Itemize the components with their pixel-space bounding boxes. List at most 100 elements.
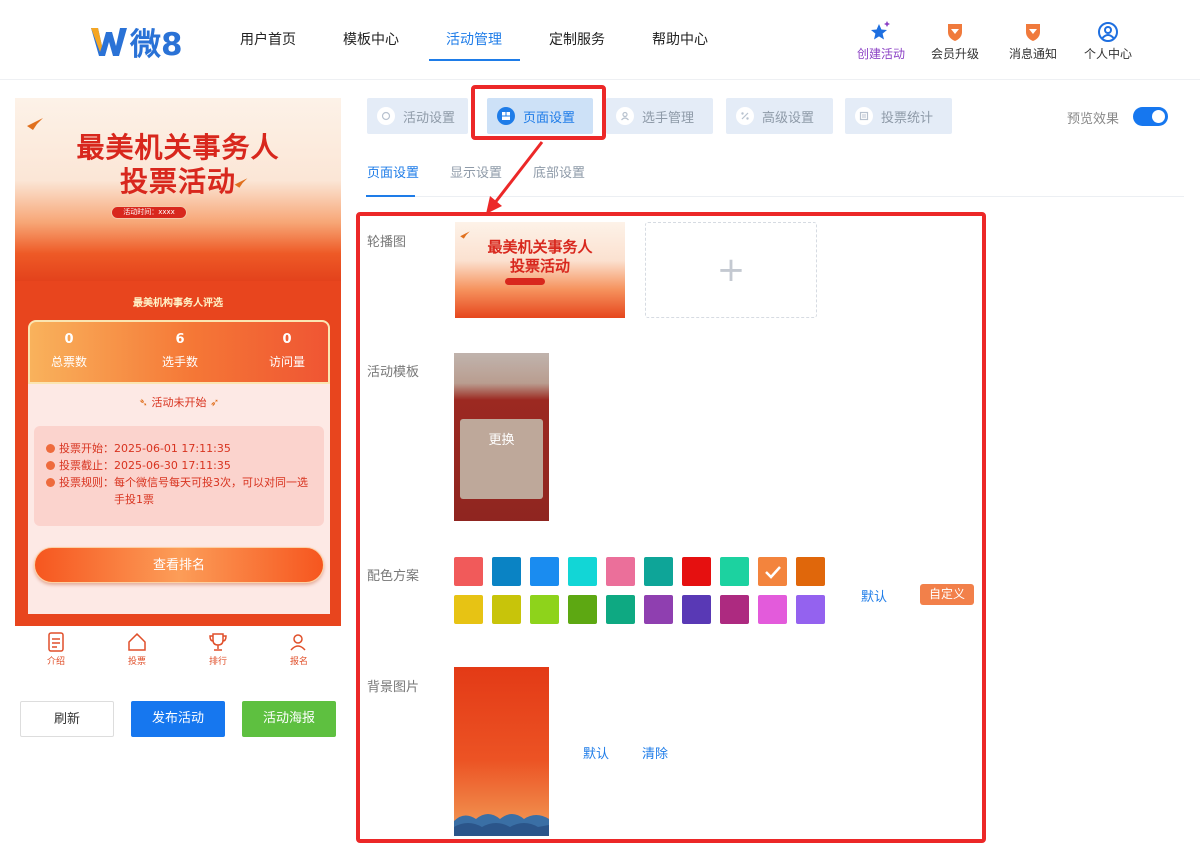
color-custom-button[interactable]: 自定义 — [920, 584, 974, 605]
color-swatch[interactable] — [758, 557, 787, 586]
template-thumbnail[interactable]: 更换 — [454, 353, 549, 521]
percent-icon — [736, 107, 754, 125]
color-swatch[interactable] — [720, 595, 749, 624]
tab-contestant-management[interactable]: 选手管理 — [606, 98, 713, 134]
color-swatch[interactable] — [568, 595, 597, 624]
user-add-icon — [290, 634, 306, 651]
color-swatch[interactable] — [606, 557, 635, 586]
tab-rank[interactable]: 排行 — [194, 632, 242, 667]
activity-status: ➴ 活动未开始 ➶ — [28, 394, 330, 410]
color-swatch[interactable] — [530, 595, 559, 624]
stat-visits-label: 访问量 — [268, 355, 305, 369]
template-change-button[interactable]: 更换 — [454, 429, 549, 448]
tab-signup-label: 报名 — [289, 657, 308, 667]
subtab-active-underline — [366, 195, 415, 197]
nav-activity-management[interactable]: 活动管理 — [446, 29, 502, 49]
tab-advanced-settings[interactable]: 高级设置 — [726, 98, 833, 134]
top-header: 微8 用户首页 模板中心 活动管理 定制服务 帮助中心 创建活动 会员升级 消息… — [0, 0, 1200, 80]
carousel-image[interactable]: 最美机关事务人 投票活动 — [455, 222, 625, 318]
tab-signup[interactable]: 报名 — [275, 632, 323, 667]
color-swatch[interactable] — [758, 595, 787, 624]
background-image-thumbnail[interactable] — [454, 667, 549, 836]
vote-rule-value: 每个微信号每天可投3次，可以对同一选手投1票 — [114, 476, 308, 506]
crane-bird-icon-2 — [234, 178, 248, 188]
preview-effect-label: 预览效果 — [1067, 112, 1120, 127]
nav-user-home[interactable]: 用户首页 — [240, 29, 296, 49]
banner-activity-time: 活动时间：xxxx — [111, 206, 187, 219]
nav-active-underline — [429, 59, 520, 61]
color-default-link[interactable]: 默认 — [861, 586, 887, 605]
trophy-icon — [209, 633, 227, 651]
crane-right-icon: ➶ — [210, 396, 220, 409]
stat-visits: 0 访问量 — [252, 332, 322, 370]
notifications-label: 消息通知 — [1008, 47, 1057, 61]
stat-visits-value: 0 — [282, 332, 292, 347]
preview-effect-toggle[interactable] — [1133, 107, 1168, 126]
template-label: 活动模板 — [367, 365, 420, 380]
logo-text: 微8 — [130, 26, 183, 63]
user-icon — [616, 107, 634, 125]
refresh-button[interactable]: 刷新 — [20, 701, 114, 737]
color-swatch[interactable] — [454, 595, 483, 624]
tab-activity-settings[interactable]: 活动设置 — [367, 98, 468, 134]
color-swatch[interactable] — [720, 557, 749, 586]
color-swatch[interactable] — [492, 557, 521, 586]
view-ranking-button[interactable]: 查看排名 — [34, 547, 324, 583]
notifications-button[interactable]: 消息通知 — [997, 20, 1069, 62]
color-swatch[interactable] — [530, 557, 559, 586]
color-swatch[interactable] — [644, 557, 673, 586]
vote-end-value: 2025-06-30 17:11:35 — [114, 459, 231, 472]
tab-activity-settings-label: 活动设置 — [403, 110, 456, 126]
tab-vote-statistics-label: 投票统计 — [881, 110, 934, 126]
color-swatch[interactable] — [568, 557, 597, 586]
publish-activity-button[interactable]: 发布活动 — [131, 701, 225, 737]
stat-contestants: 6 选手数 — [145, 332, 215, 370]
vote-rule-label: 投票规则： — [59, 476, 114, 489]
tab-intro[interactable]: 介绍 — [32, 632, 80, 667]
color-swatch[interactable] — [492, 595, 521, 624]
vote-end-label: 投票截止： — [59, 459, 114, 472]
background-clear-link[interactable]: 清除 — [642, 743, 668, 762]
subtab-page-settings[interactable]: 页面设置 — [367, 162, 419, 181]
crane-left-icon: ➴ — [138, 396, 148, 409]
member-upgrade-label: 会员升级 — [930, 47, 979, 61]
tab-vote-statistics[interactable]: 投票统计 — [845, 98, 952, 134]
preview-tabbar: 介绍 投票 排行 报名 — [15, 626, 341, 676]
create-activity-button[interactable]: 创建活动 — [845, 20, 917, 62]
color-swatch[interactable] — [796, 557, 825, 586]
vote-start-value: 2025-06-01 17:11:35 — [114, 442, 231, 455]
member-upgrade-button[interactable]: 会员升级 — [919, 20, 991, 62]
carousel-slide-line1: 最美机关事务人 — [487, 238, 593, 256]
vote-end-row: 投票截止： 2025-06-30 17:11:35 — [46, 457, 312, 474]
color-scheme-label: 配色方案 — [367, 569, 420, 584]
tab-vote-label: 投票 — [127, 657, 146, 667]
color-swatch[interactable] — [682, 595, 711, 624]
carousel-upload-button[interactable]: + — [645, 222, 817, 318]
color-swatch[interactable] — [644, 595, 673, 624]
nav-custom-service[interactable]: 定制服务 — [549, 29, 605, 49]
personal-center-button[interactable]: 个人中心 — [1072, 20, 1144, 62]
color-swatch[interactable] — [606, 595, 635, 624]
plus-icon: + — [716, 250, 746, 290]
vote-start-row: 投票开始： 2025-06-01 17:11:35 — [46, 440, 312, 457]
tab-vote[interactable]: 投票 — [113, 632, 161, 667]
background-default-link[interactable]: 默认 — [583, 743, 609, 762]
preview-subtitle: 最美机构事务人评选 — [133, 298, 223, 309]
color-swatch[interactable] — [454, 557, 483, 586]
nav-template-center[interactable]: 模板中心 — [343, 29, 399, 49]
color-swatch[interactable] — [796, 595, 825, 624]
background-image-label: 背景图片 — [367, 680, 420, 695]
carousel-slide-pill — [505, 278, 545, 285]
message-badge-icon — [997, 20, 1069, 44]
activity-info-card: ➴ 活动未开始 ➶ 投票开始： 2025-06-01 17:11:35 投票截止… — [28, 384, 330, 614]
shield-icon — [377, 107, 395, 125]
pointer-arrow — [486, 141, 544, 214]
stat-contestants-value: 6 — [175, 332, 185, 347]
toggle-knob — [1152, 110, 1165, 123]
color-swatch[interactable] — [682, 557, 711, 586]
nav-help-center[interactable]: 帮助中心 — [652, 29, 708, 49]
logo[interactable]: 微8 — [90, 20, 183, 63]
vote-rule-row: 投票规则： 每个微信号每天可投3次，可以对同一选手投1票 — [46, 474, 312, 508]
activity-poster-button[interactable]: 活动海报 — [242, 701, 336, 737]
stat-contestants-label: 选手数 — [161, 355, 198, 369]
